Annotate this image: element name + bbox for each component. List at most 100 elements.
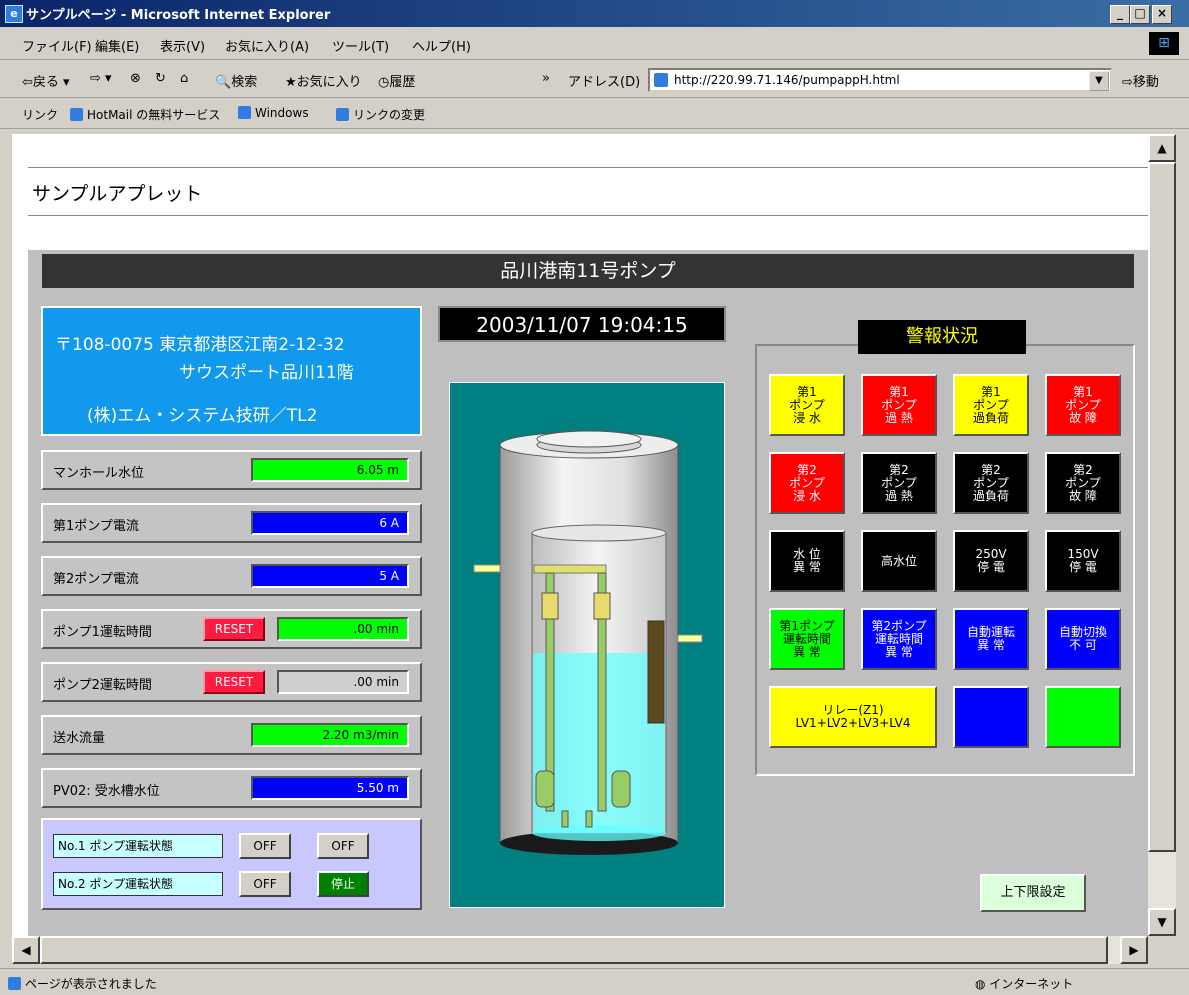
pump1-status-button[interactable]: OFF — [239, 833, 291, 859]
toolbar-overflow-icon[interactable]: » — [542, 71, 550, 86]
pump2-reset-button[interactable]: RESET — [203, 670, 265, 694]
link-windows[interactable]: Windows — [238, 106, 309, 120]
pump1-runtime-row: ポンプ1運転時間 RESET .00 min — [41, 609, 422, 649]
toolbar: ⇦戻る ▾ ⇨ ▾ ⊗ ↻ ⌂ 🔍検索 ★お気に入り ◷履歴 » アドレス(D)… — [0, 61, 1189, 98]
home-icon[interactable]: ⌂ — [180, 71, 188, 86]
menu-file[interactable]: ファイル(F) — [22, 36, 92, 55]
scroll-down-icon[interactable]: ▼ — [1148, 908, 1176, 936]
address-line: 〒108-0075 東京都港区江南2-12-32 — [55, 335, 345, 355]
company-name: (株)エム・システム技研／TL2 — [87, 406, 318, 426]
title-bar[interactable]: e サンプルページ - Microsoft Internet Explorer … — [0, 0, 1189, 27]
alarm-indicator: 第2 ポンプ 浸 水 — [769, 452, 845, 514]
history-button[interactable]: ◷履歴 — [378, 71, 415, 90]
links-bar: リンク HotMail の無料サービス Windows リンクの変更 — [0, 99, 1189, 129]
alarm-title: 警報状況 — [858, 320, 1026, 354]
page-viewport: サンプルアプレット 品川港南11号ポンプ 〒108-0075 東京都港区江南2-… — [12, 134, 1148, 936]
search-label: 検索 — [231, 75, 258, 90]
address-value: http://220.99.71.146/pumpappH.html — [674, 73, 900, 87]
alarm-indicator: リレー(Z1) LV1+LV2+LV3+LV4 — [769, 686, 937, 748]
manhole-illustration — [473, 430, 703, 855]
pump2-mode-button[interactable]: 停止 — [317, 871, 369, 897]
scroll-left-icon[interactable]: ◀ — [12, 936, 40, 964]
scroll-right-icon[interactable]: ▶ — [1120, 936, 1148, 964]
address-line: サウスポート品川11階 — [179, 363, 354, 383]
pump1-reset-button[interactable]: RESET — [203, 617, 265, 641]
applet-header: 品川港南11号ポンプ — [42, 254, 1134, 288]
link-label: リンクの変更 — [353, 108, 426, 122]
address-dropdown-icon[interactable]: ▼ — [1089, 71, 1109, 91]
links-label: リンク — [22, 108, 59, 122]
zone-indicator: ◍ インターネット — [975, 975, 1073, 992]
pump2-current-value: 5 A — [251, 564, 409, 588]
alarm-indicator: 第2 ポンプ 過負荷 — [953, 452, 1029, 514]
alarm-indicator: 高水位 — [861, 530, 937, 592]
vertical-scrollbar[interactable]: ▲ ▼ — [1148, 134, 1176, 936]
alarm-indicator: 第1 ポンプ 過負荷 — [953, 374, 1029, 436]
alarm-indicator: 150V 停 電 — [1045, 530, 1121, 592]
close-button[interactable]: × — [1152, 5, 1172, 24]
row-label: ポンプ1運転時間 — [53, 625, 152, 640]
search-button[interactable]: 🔍検索 — [215, 71, 257, 90]
pump2-status-button[interactable]: OFF — [239, 871, 291, 897]
windows-logo: ⊞ — [1149, 32, 1179, 55]
menu-tools[interactable]: ツール(T) — [332, 36, 389, 55]
favorites-button[interactable]: ★お気に入り — [285, 71, 362, 90]
window-title: サンプルページ - Microsoft Internet Explorer — [26, 8, 331, 23]
forward-label: ⇨ — [90, 71, 101, 86]
stop-icon[interactable]: ⊗ — [130, 71, 141, 86]
pump2-current-row: 第2ポンプ電流 5 A — [41, 556, 422, 596]
menu-help[interactable]: ヘルプ(H) — [412, 36, 471, 55]
row-label: 第2ポンプ電流 — [53, 572, 139, 587]
back-button[interactable]: ⇦戻る ▾ — [22, 71, 70, 90]
hscroll-thumb[interactable] — [40, 936, 1108, 964]
pump2-status-label: No.2 ポンプ運転状態 — [53, 872, 223, 896]
page-icon — [336, 108, 349, 121]
row-label: ポンプ2運転時間 — [53, 678, 152, 693]
horizontal-scrollbar[interactable]: ◀ ▶ — [12, 936, 1148, 964]
row-label: PV02: 受水槽水位 — [53, 784, 160, 799]
address-input[interactable]: http://220.99.71.146/pumpappH.html ▼ — [648, 68, 1112, 92]
page-icon — [70, 108, 83, 121]
pump1-mode-button[interactable]: OFF — [317, 833, 369, 859]
pump-diagram — [449, 382, 725, 908]
pump1-runtime-value: .00 min — [277, 617, 409, 641]
status-text: ページが表示されました — [25, 977, 157, 991]
alarm-indicator — [953, 686, 1029, 748]
search-icon: 🔍 — [215, 75, 232, 90]
page-icon — [238, 106, 251, 119]
scroll-up-icon[interactable]: ▲ — [1148, 134, 1176, 162]
favorites-label: お気に入り — [296, 75, 362, 90]
limits-settings-button[interactable]: 上下限設定 — [980, 874, 1086, 912]
manhole-level-row: マンホール水位 6.05 m — [41, 450, 422, 490]
link-customize[interactable]: リンクの変更 — [336, 106, 425, 123]
page-icon — [8, 977, 21, 990]
alarm-indicator: 第2ポンプ 運転時間 異 常 — [861, 608, 937, 670]
scroll-thumb[interactable] — [1148, 162, 1176, 852]
menu-view[interactable]: 表示(V) — [160, 36, 205, 55]
pump2-runtime-row: ポンプ2運転時間 RESET .00 min — [41, 662, 422, 702]
ie-icon: e — [5, 5, 23, 23]
minimize-button[interactable]: _ — [1110, 5, 1130, 24]
back-label: ⇦戻る — [22, 75, 59, 90]
tank-level-row: PV02: 受水槽水位 5.50 m — [41, 768, 422, 808]
link-hotmail[interactable]: HotMail の無料サービス — [70, 106, 220, 123]
row-label: 第1ポンプ電流 — [53, 519, 139, 534]
history-icon: ◷ — [378, 75, 390, 90]
status-message: ページが表示されました — [8, 975, 157, 992]
go-button[interactable]: ⇨移動 — [1122, 71, 1159, 90]
status-bar: ページが表示されました ◍ インターネット — [0, 968, 1189, 995]
refresh-icon[interactable]: ↻ — [155, 71, 166, 86]
alarm-indicator: 第1 ポンプ 浸 水 — [769, 374, 845, 436]
alarm-indicator: 自動運転 異 常 — [953, 608, 1029, 670]
globe-icon: ◍ — [975, 977, 990, 991]
menu-edit[interactable]: 編集(E) — [95, 36, 139, 55]
forward-button[interactable]: ⇨ ▾ — [90, 71, 112, 86]
menu-favorites[interactable]: お気に入り(A) — [225, 36, 309, 55]
menu-bar: ファイル(F) 編集(E) 表示(V) お気に入り(A) ツール(T) ヘルプ(… — [0, 27, 1189, 60]
alarm-indicator: 第1ポンプ 運転時間 異 常 — [769, 608, 845, 670]
page-title: サンプルアプレット — [32, 183, 203, 205]
link-label: HotMail の無料サービス — [87, 108, 221, 122]
page-icon — [654, 73, 668, 87]
pump2-runtime-value: .00 min — [277, 670, 409, 694]
maximize-button[interactable]: □ — [1130, 5, 1150, 24]
